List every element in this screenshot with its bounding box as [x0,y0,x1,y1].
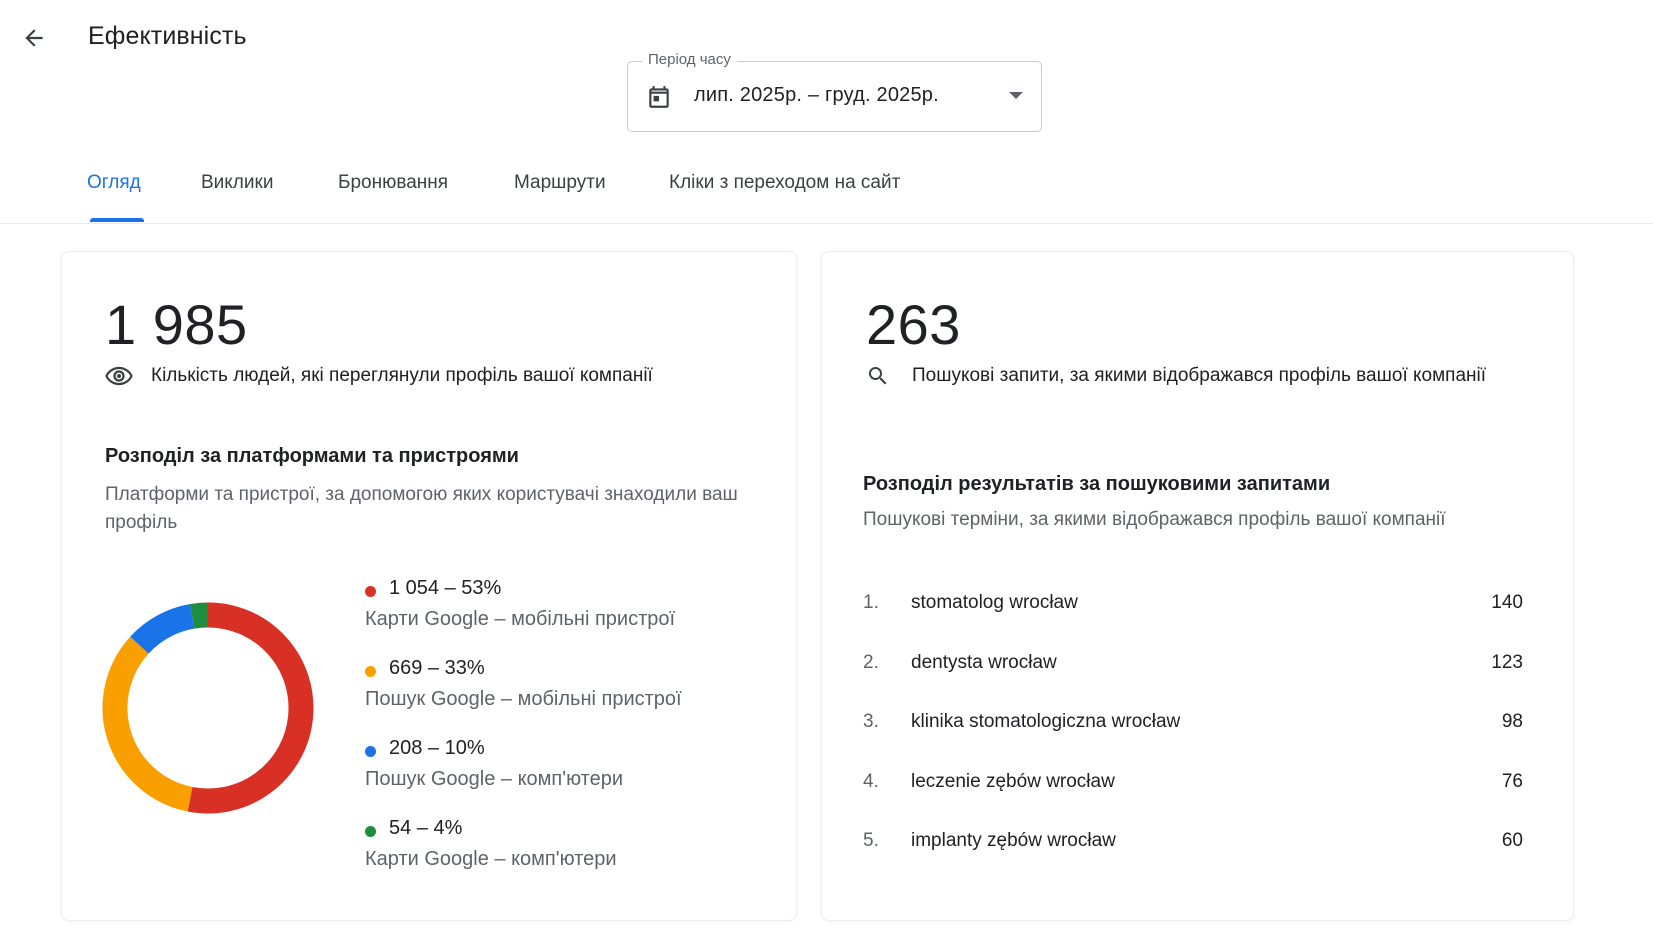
platform-breakdown-subtitle: Платформи та пристрої, за допомогою яких… [105,484,738,533]
legend-dot-blue [365,746,376,757]
page-title: Ефективність [88,22,247,50]
searches-value: 263 [866,293,961,356]
legend-value: 669 – 33% [389,657,485,679]
query-rank: 2. [863,651,879,673]
legend-item: 669 – 33% Пошук Google – мобільні пристр… [365,657,785,737]
legend-dot-orange [365,666,376,677]
query-count: 140 [1491,592,1523,613]
donut-slice-search-desktop [130,604,195,654]
query-row: 3. klinika stomatologiczna wrocław 98 [863,711,1523,771]
platform-breakdown-title: Розподіл за платформами та пристроями [105,445,519,467]
dropdown-caret-icon [1009,92,1023,99]
legend-label: Пошук Google – комп'ютери [365,768,623,790]
query-term: stomatolog wrocław [911,592,1078,613]
profile-views-label-row: Кількість людей, які переглянули профіль… [105,364,653,388]
donut-slice-search-mobile [102,636,193,812]
query-breakdown-title: Розподіл результатів за пошуковими запит… [863,473,1331,495]
query-breakdown-subtitle: Пошукові терміни, за якими відображався … [863,509,1446,530]
tab-bar: Огляд Виклики Бронювання Маршрути Кліки … [0,152,1653,224]
donut-slice-maps-desktop [190,602,209,629]
profile-views-label: Кількість людей, які переглянули профіль… [151,365,653,386]
query-term: dentysta wrocław [911,651,1057,673]
legend-value: 208 – 10% [389,737,485,759]
arrow-back-icon [25,29,43,47]
tab-calls[interactable]: Виклики [201,172,273,194]
legend-label: Карти Google – комп'ютери [365,848,617,870]
tab-bookings[interactable]: Бронювання [338,172,448,194]
period-label: Період часу [642,51,737,68]
platform-donut-chart [102,602,314,814]
searches-card: 263 Пошукові запити, за якими відображав… [821,251,1574,921]
legend-dot-green [365,826,376,837]
query-rank: 3. [863,711,879,732]
query-row: 4. leczenie zębów wrocław 76 [863,771,1523,831]
query-count: 60 [1501,830,1523,851]
active-tab-indicator [90,218,144,222]
performance-page: Ефективність Період часу лип. 2025р. – г… [0,0,1653,951]
legend-label: Пошук Google – мобільні пристрої [365,688,682,710]
query-count: 76 [1501,770,1523,792]
profile-views-card: 1 985 Кількість людей, які переглянули п… [61,251,797,921]
search-icon [869,367,887,385]
platform-legend: 1 054 – 53% Карти Google – мобільні прис… [365,577,785,897]
legend-item: 208 – 10% Пошук Google – комп'ютери [365,737,785,817]
legend-label: Карти Google – мобільні пристрої [365,608,676,630]
period-select[interactable]: Період часу лип. 2025р. – груд. 2025р. [627,51,1042,132]
query-rank: 4. [863,770,879,792]
tab-overview[interactable]: Огляд [87,172,141,194]
legend-item: 1 054 – 53% Карти Google – мобільні прис… [365,577,785,657]
query-rank: 5. [863,830,879,851]
calendar-icon [649,86,669,108]
eye-icon [105,366,133,386]
profile-views-value: 1 985 [105,293,248,356]
query-row: 2. dentysta wrocław 123 [863,652,1523,712]
query-count: 123 [1491,651,1523,673]
query-row: 5. implanty zębów wrocław 60 [863,830,1523,890]
legend-item: 54 – 4% Карти Google – комп'ютери [365,817,785,897]
searches-label: Пошукові запити, за якими відображався п… [912,365,1486,386]
query-rank: 1. [863,592,879,613]
period-value: лип. 2025р. – груд. 2025р. [694,84,939,106]
query-term: implanty zębów wrocław [911,830,1116,851]
legend-value: 1 054 – 53% [389,577,502,599]
searches-label-row: Пошукові запити, за якими відображався п… [866,364,1486,388]
donut-slice-maps-mobile [187,602,314,814]
query-term: leczenie zębów wrocław [911,770,1115,792]
tab-website-clicks[interactable]: Кліки з переходом на сайт [669,172,900,194]
tab-directions[interactable]: Маршрути [514,172,606,194]
legend-dot-red [365,586,376,597]
legend-value: 54 – 4% [389,817,463,839]
search-query-list: 1. stomatolog wrocław 140 2. dentysta wr… [863,592,1523,890]
query-count: 98 [1501,711,1523,732]
back-button[interactable] [14,18,54,58]
query-term: klinika stomatologiczna wrocław [911,711,1181,732]
query-row: 1. stomatolog wrocław 140 [863,592,1523,652]
